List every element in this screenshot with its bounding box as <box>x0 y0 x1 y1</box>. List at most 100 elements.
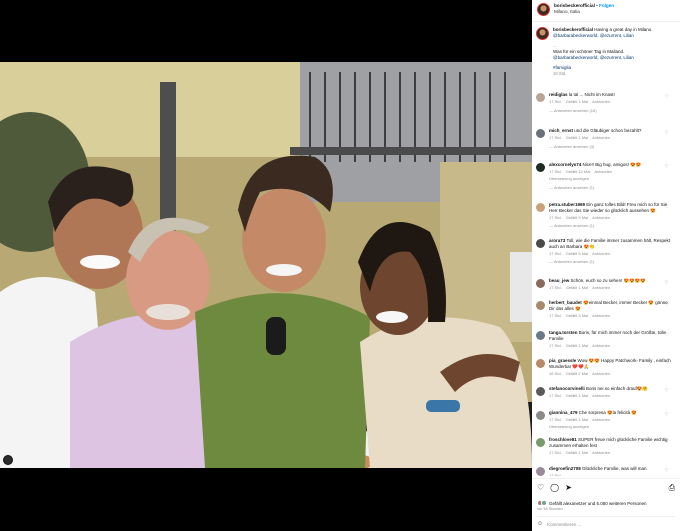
comment-body: tanga.torsten Boris, für mich immer noch… <box>549 330 671 348</box>
comment-username[interactable]: herbert_baudet <box>549 300 582 305</box>
comment-avatar[interactable] <box>536 359 545 368</box>
caption-avatar[interactable] <box>536 27 549 40</box>
comment-icon[interactable]: ◯ <box>550 483 559 493</box>
bookmark-icon[interactable]: ⎙ <box>669 483 675 493</box>
photo-indicator-icon[interactable] <box>3 455 13 465</box>
comment-meta: 17 Std. Gefällt 5 Mal Antworten <box>549 251 671 257</box>
heart-icon[interactable]: ♡ <box>665 439 669 445</box>
comment-avatar[interactable] <box>536 239 545 248</box>
comment-avatar[interactable] <box>536 331 545 340</box>
post-location[interactable]: Milano, Italia <box>554 9 614 15</box>
caption-username[interactable]: borisbeckerofficial <box>553 27 593 32</box>
comment-username[interactable]: beau_jew <box>549 278 569 283</box>
view-replies-label[interactable]: Antworten ansehen (3) <box>554 144 594 149</box>
heart-icon[interactable]: ♡ <box>665 280 669 286</box>
comment-likes[interactable]: Gefällt 1 Mal <box>566 99 588 104</box>
comment-username[interactable]: reidiglas <box>549 92 568 97</box>
translate-link[interactable]: Übersetzung anzeigen <box>549 176 671 182</box>
view-replies-label[interactable]: Antworten ansehen (1) <box>554 223 594 228</box>
comment-avatar[interactable] <box>536 163 545 172</box>
heart-icon[interactable]: ♡ <box>665 164 669 170</box>
comment-likes[interactable]: Gefällt 5 Mal <box>566 251 588 256</box>
comment-username[interactable]: petra.stuber1969 <box>549 202 585 207</box>
heart-icon[interactable]: ♡ <box>665 204 669 210</box>
comment-reply-button[interactable]: Antworten <box>592 393 610 398</box>
add-comment-input[interactable]: Kommentieren ... <box>547 522 581 527</box>
translate-link[interactable]: Übersetzung anzeigen <box>549 424 671 430</box>
comment-avatar[interactable] <box>536 438 545 447</box>
heart-icon[interactable]: ♡ <box>665 360 669 366</box>
comment-likes[interactable]: Gefällt 1 Mal <box>566 135 588 140</box>
comment-reply-button[interactable]: Antworten <box>592 285 610 290</box>
heart-icon[interactable]: ♡ <box>665 412 669 418</box>
comment-likes[interactable]: Gefällt 1 Mal <box>566 393 588 398</box>
comment-avatar[interactable] <box>536 129 545 138</box>
follow-button[interactable]: Folgen <box>599 3 614 8</box>
heart-icon[interactable]: ♡ <box>665 388 669 394</box>
comment-username[interactable]: froschlove81 <box>549 437 577 442</box>
view-replies-label[interactable]: Antworten ansehen (1) <box>554 185 594 190</box>
heart-icon[interactable]: ♡ <box>665 302 669 308</box>
comment-reply-button[interactable]: Antworten <box>592 215 610 220</box>
comment-avatar[interactable] <box>536 411 545 420</box>
view-replies-label[interactable]: Antworten ansehen (16) <box>554 108 597 113</box>
avatar[interactable] <box>537 3 550 16</box>
comment-item: mich_ernst und die Gläubiger schon bezah… <box>536 128 671 149</box>
comment-avatar[interactable] <box>536 301 545 310</box>
post-date: vor 18 Stunden <box>537 507 563 511</box>
view-replies-link[interactable]: — Antworten ansehen (1) <box>549 223 671 229</box>
comment-reply-button[interactable]: Antworten <box>592 99 610 104</box>
comment-likes[interactable]: Gefällt 12 Mal <box>566 169 591 174</box>
likes-summary[interactable]: Gefällt alexanetzer und 5.050 weiteren P… <box>537 500 675 506</box>
comment-reply-button[interactable]: Antworten <box>592 371 610 376</box>
post-username[interactable]: borisbeckerofficial <box>554 3 595 8</box>
comment-avatar[interactable] <box>536 279 545 288</box>
comment-reply-button[interactable]: Antworten <box>592 251 610 256</box>
comment-username[interactable]: tanga.torsten <box>549 330 578 335</box>
heart-icon[interactable]: ♡ <box>665 130 669 136</box>
comment-reply-button[interactable]: Antworten <box>594 169 612 174</box>
view-replies-link[interactable]: — Antworten ansehen (1) <box>549 185 671 191</box>
comment-time: 17 Std. <box>549 285 562 291</box>
comment-likes[interactable]: Gefällt 3 Mal <box>566 313 588 318</box>
view-replies-link[interactable]: — Antworten ansehen (16) <box>549 108 671 114</box>
comment-reply-button[interactable]: Antworten <box>592 450 610 455</box>
comment-reply-button[interactable]: Antworten <box>592 417 610 422</box>
comment-reply-button[interactable]: Antworten <box>592 135 610 140</box>
comments-list[interactable]: borisbeckerofficial Having a great day i… <box>532 24 680 476</box>
post-photo[interactable] <box>0 62 532 468</box>
comment-avatar[interactable] <box>536 387 545 396</box>
heart-icon[interactable]: ♡ <box>665 94 669 100</box>
comment-username[interactable]: mich_ernst <box>549 128 573 133</box>
comment-username[interactable]: pia_graessle <box>549 358 576 363</box>
share-icon[interactable]: ➤ <box>565 483 572 493</box>
caption-time: 18 Std. <box>553 71 567 76</box>
comment-likes[interactable]: Gefällt 1 Mal <box>566 285 588 290</box>
comment-likes[interactable]: Gefällt 2 Mal <box>566 371 588 376</box>
comment-likes[interactable]: Gefällt 9 Mal <box>566 215 588 220</box>
comment-username[interactable]: diegroefin2708 <box>549 466 581 471</box>
comment-reply-button[interactable]: Antworten <box>592 343 610 348</box>
heart-icon[interactable]: ♡ <box>665 240 669 246</box>
comment-avatar[interactable] <box>536 467 545 476</box>
comment-reply-button[interactable]: Antworten <box>592 313 610 318</box>
comment-avatar[interactable] <box>536 93 545 102</box>
heart-icon[interactable]: ♡ <box>537 483 544 493</box>
comment-username[interactable]: stefanocorvinelli <box>549 386 585 391</box>
comment-username[interactable]: giannina_479 <box>549 410 578 415</box>
comment-likes[interactable]: Gefällt 1 Mal <box>566 343 588 348</box>
add-comment-bar[interactable]: ☺ Kommentieren ... <box>537 516 675 527</box>
view-replies-link[interactable]: — Antworten ansehen (3) <box>549 144 671 150</box>
heart-icon[interactable]: ♡ <box>665 332 669 338</box>
comment-likes[interactable]: Gefällt 1 Mal <box>566 417 588 422</box>
comment-likes[interactable]: Gefällt 1 Mal <box>566 450 588 455</box>
comment-item: reidiglas la tal ... Nicht im Knast! 17 S… <box>536 92 671 113</box>
comment-username[interactable]: alexcornelys74 <box>549 162 581 167</box>
comment-avatar[interactable] <box>536 203 545 212</box>
emoji-icon[interactable]: ☺ <box>537 521 543 527</box>
heart-icon[interactable]: ♡ <box>665 468 669 474</box>
comment-username[interactable]: arora73 <box>549 238 565 243</box>
view-replies-link[interactable]: — Antworten ansehen (1) <box>549 259 671 265</box>
likes-text[interactable]: Gefällt alexanetzer und 5.050 weiteren P… <box>549 501 647 506</box>
view-replies-label[interactable]: Antworten ansehen (1) <box>554 259 594 264</box>
